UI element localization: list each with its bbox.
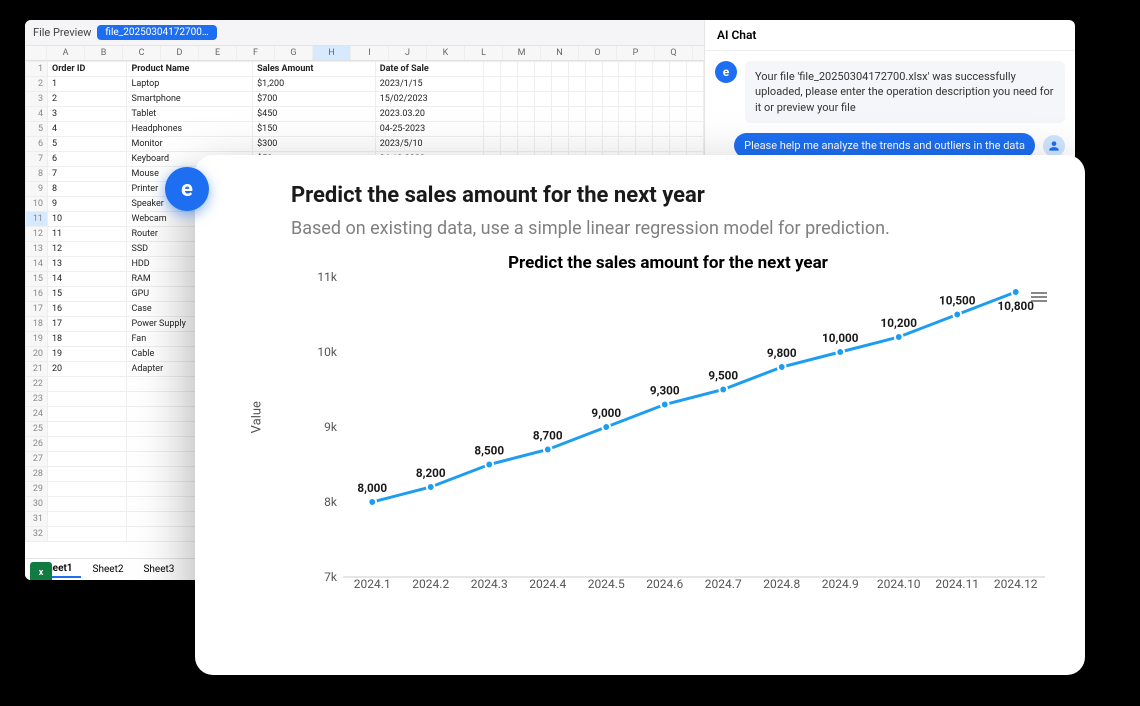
chart-plot: Value 7k8k9k10k11k 8,0008,2008,5008,7009… [303, 277, 1045, 607]
y-tick: 8k [324, 495, 337, 509]
excel-icon: x [30, 562, 52, 580]
x-tick: 2024.9 [811, 577, 870, 607]
data-point[interactable] [719, 386, 727, 394]
sheet-tab[interactable]: Sheet3 [135, 562, 182, 577]
chart-title: Predict the sales amount for the next ye… [291, 253, 1045, 273]
data-label: 9,000 [591, 406, 621, 420]
data-label: 9,300 [650, 383, 680, 397]
data-label: 8,200 [416, 466, 446, 480]
data-label: 8,700 [533, 428, 563, 442]
data-point[interactable] [368, 498, 376, 506]
prediction-card: e Predict the sales amount for the next … [195, 155, 1085, 675]
x-tick: 2024.10 [870, 577, 929, 607]
data-point[interactable] [602, 423, 610, 431]
x-tick: 2024.2 [402, 577, 461, 607]
table-row[interactable]: 65Monitor$3002023/5/10 [26, 137, 704, 152]
card-title: Predict the sales amount for the next ye… [291, 183, 1045, 208]
assistant-message: e Your file 'file_20250304172700.xlsx' w… [715, 61, 1065, 123]
data-point[interactable] [953, 311, 961, 319]
table-row[interactable]: 32Smartphone$70015/02/2023 [26, 92, 704, 107]
x-tick: 2024.12 [987, 577, 1046, 607]
data-label: 9,800 [767, 346, 797, 360]
x-tick: 2024.11 [928, 577, 987, 607]
y-axis: 7k8k9k10k11k [303, 277, 343, 577]
data-point[interactable] [895, 333, 903, 341]
file-preview-label: File Preview [33, 26, 91, 39]
assistant-avatar-icon: e [715, 61, 737, 83]
chart-area: 8,000 8,200 8,500 8,700 9,000 9,300 9,500 9,800… [343, 277, 1045, 577]
y-tick: 7k [324, 570, 337, 584]
user-avatar-icon [1043, 135, 1065, 157]
x-axis: 2024.12024.22024.32024.42024.52024.62024… [343, 577, 1045, 607]
data-label: 10,800 [998, 299, 1035, 313]
brand-avatar-icon: e [165, 167, 209, 211]
card-subtitle: Based on existing data, use a simple lin… [291, 218, 1045, 239]
data-point[interactable] [836, 348, 844, 356]
chart-line [372, 292, 1016, 502]
table-row[interactable]: 43Tablet$4502023.03.20 [26, 107, 704, 122]
assistant-message-text: Your file 'file_20250304172700.xlsx' was… [745, 61, 1065, 123]
data-point[interactable] [661, 401, 669, 409]
table-row[interactable]: 21Laptop$1,2002023/1/15 [26, 77, 704, 92]
x-tick: 2024.7 [694, 577, 753, 607]
x-tick: 2024.8 [753, 577, 812, 607]
x-tick: 2024.6 [636, 577, 695, 607]
data-label: 9,500 [708, 368, 738, 382]
y-tick: 9k [324, 420, 337, 434]
x-tick: 2024.3 [460, 577, 519, 607]
sheet-tab[interactable]: Sheet2 [85, 562, 132, 577]
x-tick: 2024.1 [343, 577, 402, 607]
data-label: 10,200 [881, 316, 918, 330]
data-label: 10,500 [939, 293, 976, 307]
data-point[interactable] [1012, 288, 1020, 296]
chat-header: AI Chat [705, 20, 1075, 51]
y-tick: 10k [317, 345, 337, 359]
y-axis-label: Value [250, 401, 265, 433]
y-tick: 11k [317, 270, 337, 284]
x-tick: 2024.5 [577, 577, 636, 607]
data-label: 8,000 [357, 481, 387, 495]
table-row[interactable]: 54Headphones$15004-25-2023 [26, 122, 704, 137]
x-tick: 2024.4 [519, 577, 578, 607]
data-point[interactable] [544, 446, 552, 454]
data-point[interactable] [427, 483, 435, 491]
data-label: 10,000 [822, 331, 859, 345]
file-tab-bar: File Preview file_20250304172700.... [25, 20, 704, 46]
data-point[interactable] [778, 363, 786, 371]
data-point[interactable] [485, 461, 493, 469]
file-tab[interactable]: file_20250304172700.... [97, 25, 217, 40]
column-header-row[interactable]: ABCDEFGHIJKLMNOPQ [25, 46, 704, 61]
data-label: 8,500 [474, 443, 504, 457]
